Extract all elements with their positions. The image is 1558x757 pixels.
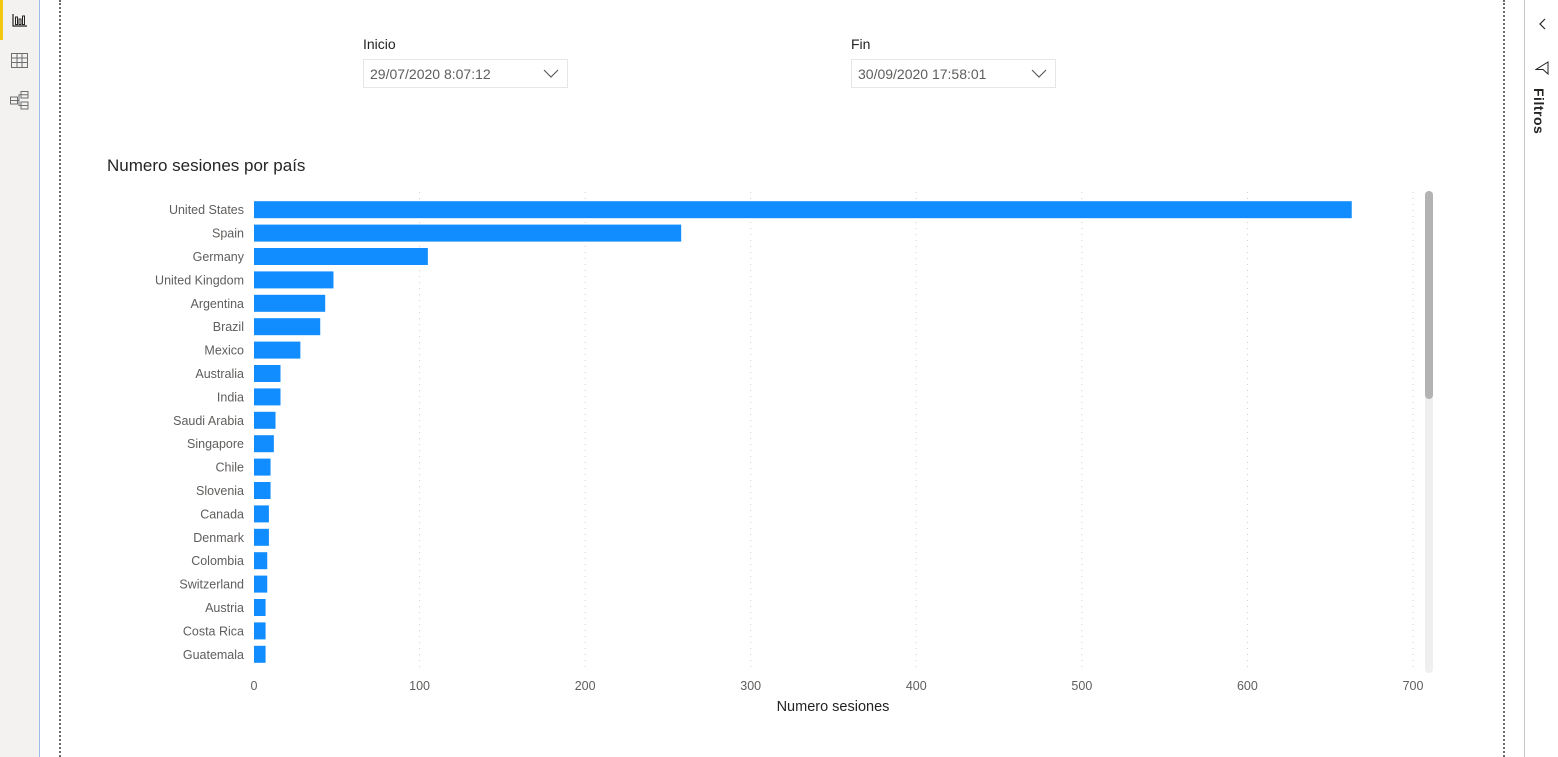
filters-pane-title: Filtros [1531, 88, 1547, 135]
category-label: Canada [200, 507, 244, 521]
category-label: Argentina [190, 297, 244, 311]
category-label: Costa Rica [183, 624, 244, 638]
x-tick-labels: 0 100 200 300 400 500 600 700 [251, 679, 1424, 693]
chevron-left-icon [1539, 18, 1546, 30]
category-label: Switzerland [179, 578, 244, 592]
x-tick-label: 700 [1403, 679, 1424, 693]
x-axis-title: Numero sesiones [777, 699, 890, 715]
category-label: Singapore [187, 437, 244, 451]
category-label: Mexico [204, 344, 244, 358]
x-tick-label: 100 [409, 679, 430, 693]
vertical-scrollbar[interactable] [1425, 191, 1433, 673]
bar-slovenia[interactable] [254, 482, 271, 499]
category-label: Colombia [191, 554, 244, 568]
category-label: Chile [216, 461, 245, 475]
x-tick-label: 300 [740, 679, 761, 693]
bar-germany[interactable] [254, 248, 428, 265]
category-label: Spain [212, 227, 244, 241]
bar-switzerland[interactable] [254, 575, 268, 593]
category-label: Brazil [213, 320, 244, 334]
category-label: Saudi Arabia [173, 414, 244, 428]
bar-costa-rica[interactable] [254, 622, 266, 640]
bar-united-kingdom[interactable] [254, 271, 334, 289]
bar-spain[interactable] [254, 224, 682, 242]
category-label: United Kingdom [155, 273, 244, 287]
category-label: Slovenia [196, 484, 244, 498]
bar-argentina[interactable] [254, 294, 326, 312]
bar-denmark[interactable] [254, 528, 269, 546]
bar-australia[interactable] [254, 365, 281, 382]
x-tick-label: 400 [906, 679, 927, 693]
x-tick-label: 500 [1071, 679, 1092, 693]
bar-saudi-arabia[interactable] [254, 411, 276, 429]
filters-pane-collapsed[interactable]: Filtros [1524, 0, 1558, 757]
scrollbar-thumb[interactable] [1425, 191, 1433, 399]
category-label: Denmark [193, 531, 244, 545]
bar-colombia[interactable] [254, 552, 268, 570]
gridlines [419, 192, 1414, 670]
bars [254, 201, 1352, 663]
bar-austria[interactable] [254, 599, 266, 616]
bar-guatemala[interactable] [254, 645, 266, 663]
x-tick-label: 600 [1237, 679, 1258, 693]
category-label: Guatemala [183, 648, 244, 662]
x-tick-label: 200 [575, 679, 596, 693]
category-label: Austria [205, 601, 244, 615]
bar-chart: United States Spain Germany United Kingdom A… [155, 191, 1433, 715]
bar-canada[interactable] [254, 505, 269, 523]
expand-pane-button[interactable] [1535, 14, 1549, 34]
funnel-icon [1535, 61, 1549, 75]
bar-brazil[interactable] [254, 318, 321, 336]
x-tick-label: 0 [251, 679, 258, 693]
category-labels: United States Spain Germany United Kingdom A… [155, 203, 245, 662]
bar-india[interactable] [254, 388, 281, 406]
category-label: Germany [193, 250, 245, 264]
bar-mexico[interactable] [254, 341, 301, 359]
category-label: Australia [195, 367, 244, 381]
bar-singapore[interactable] [254, 435, 274, 453]
bar-united-states[interactable] [254, 201, 1352, 219]
category-label: United States [169, 203, 244, 217]
bar-chile[interactable] [254, 458, 271, 476]
category-label: India [217, 390, 244, 404]
